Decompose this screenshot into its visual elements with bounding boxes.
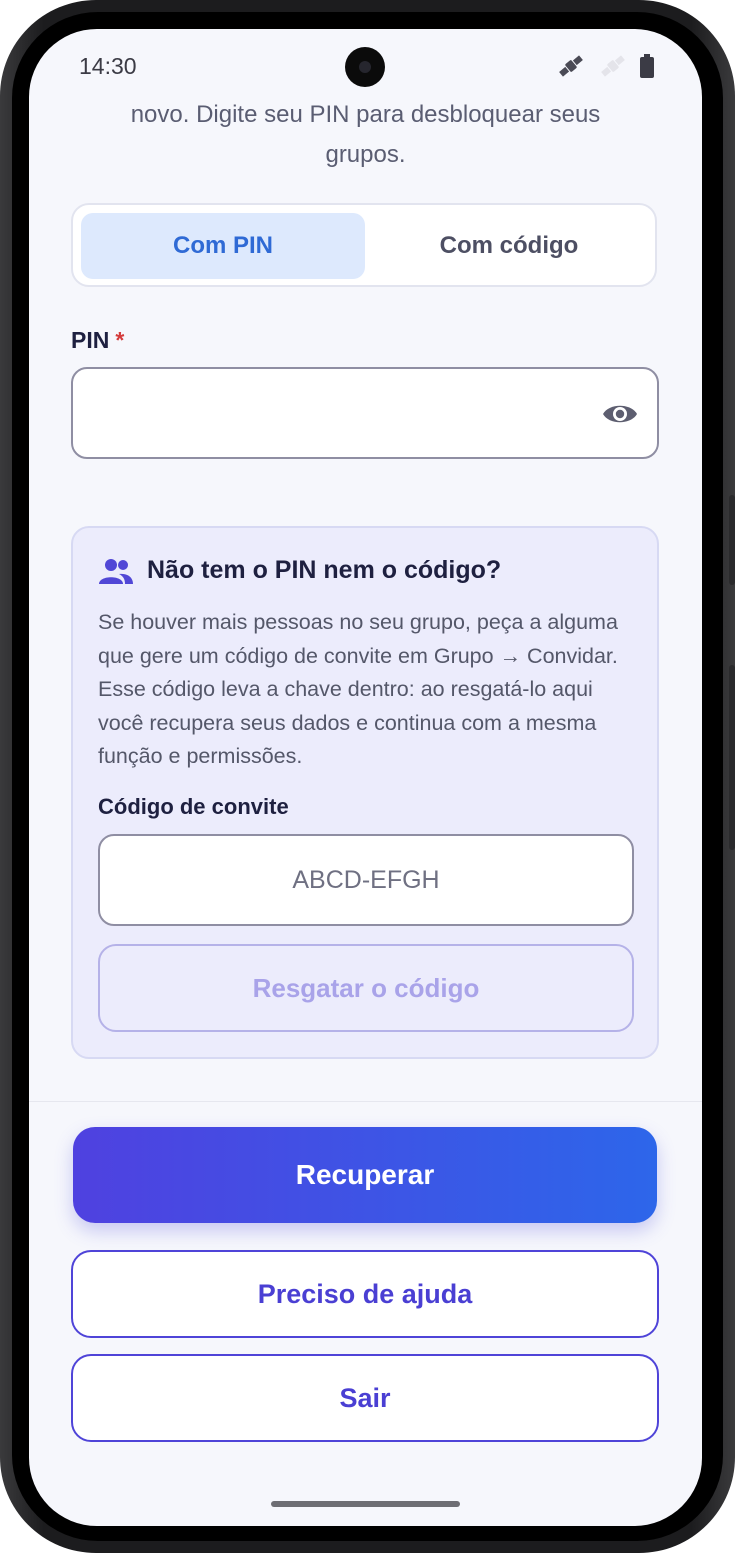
pin-input[interactable] bbox=[71, 367, 659, 459]
pin-label: PIN * bbox=[71, 327, 124, 354]
status-bar: 14:30 bbox=[29, 29, 702, 103]
intro-line: grupos. bbox=[325, 141, 406, 168]
invite-code-input[interactable] bbox=[98, 834, 634, 926]
exit-button[interactable]: Sair bbox=[71, 1354, 659, 1442]
volume-button bbox=[729, 665, 735, 850]
redeem-code-button[interactable]: Resgatar o código bbox=[98, 944, 634, 1032]
intro-line: novo. Digite seu PIN para desbloquear se… bbox=[130, 101, 601, 128]
invite-code-label: Código de convite bbox=[98, 794, 289, 819]
help-description: Se houver mais pessoas no seu grupo, peç… bbox=[98, 610, 618, 768]
screen: 14:30 novo. Digite seu PIN para desbloqu… bbox=[29, 29, 702, 1526]
recovery-method-tabs: Com PIN Com código bbox=[71, 203, 657, 287]
tab-with-pin[interactable]: Com PIN bbox=[81, 213, 365, 279]
phone-frame: 14:30 novo. Digite seu PIN para desbloqu… bbox=[0, 0, 735, 1553]
status-icons bbox=[556, 53, 654, 79]
satellite-icon bbox=[556, 53, 586, 79]
intro-text: novo. Digite seu PIN para desbloquear se… bbox=[89, 95, 642, 175]
tab-with-code[interactable]: Com código bbox=[367, 213, 651, 279]
footer-divider bbox=[29, 1101, 702, 1102]
need-help-button[interactable]: Preciso de ajuda bbox=[71, 1250, 659, 1338]
status-time: 14:30 bbox=[79, 53, 137, 79]
eye-icon[interactable] bbox=[601, 397, 639, 431]
power-button bbox=[729, 495, 735, 585]
group-icon bbox=[99, 558, 133, 584]
help-card: Não tem o PIN nem o código? Se houver ma… bbox=[71, 526, 659, 1059]
help-title: Não tem o PIN nem o código? bbox=[147, 556, 502, 584]
recover-button[interactable]: Recuperar bbox=[73, 1127, 657, 1223]
front-camera bbox=[345, 47, 385, 87]
satellite-dim-icon bbox=[598, 53, 628, 79]
pin-label-text: PIN bbox=[71, 327, 110, 353]
home-indicator[interactable] bbox=[271, 1501, 460, 1507]
battery-icon bbox=[640, 54, 654, 78]
required-mark: * bbox=[115, 327, 125, 353]
